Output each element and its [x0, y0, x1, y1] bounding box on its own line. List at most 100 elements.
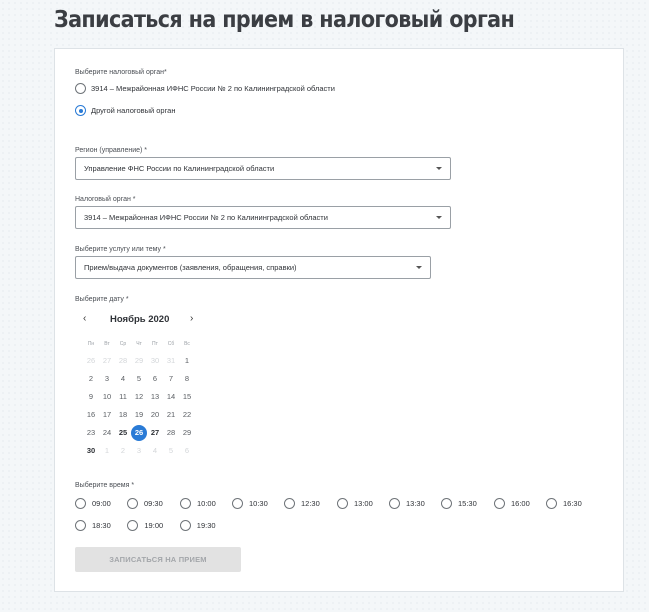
calendar-day: 6 — [184, 446, 190, 455]
calendar-weekday: Вс — [184, 341, 190, 347]
office-option-default-label: 3914 – Межрайонная ИФНС России № 2 по Ка… — [91, 84, 335, 93]
calendar-day[interactable]: 20 — [147, 407, 163, 423]
date-label: Выберите дату * — [75, 296, 129, 303]
time-slot-option[interactable]: 19:30 — [179, 520, 216, 531]
tax-office-select[interactable]: 3914 – Межрайонная ИФНС России № 2 по Ка… — [75, 206, 451, 229]
calendar-day[interactable]: 17 — [99, 407, 115, 423]
calendar-day[interactable]: 21 — [163, 407, 179, 423]
time-slot-option[interactable]: 13:00 — [337, 498, 373, 509]
calendar-day: 28 — [118, 356, 128, 365]
time-slot-option[interactable]: 12:30 — [284, 498, 320, 509]
calendar-day: 27 — [102, 356, 112, 365]
time-slot-label: 16:00 — [511, 499, 530, 508]
time-slot-label: 16:30 — [563, 499, 582, 508]
calendar-day[interactable]: 12 — [131, 389, 147, 405]
time-slot-label: 09:00 — [92, 499, 111, 508]
calendar-weekday: Вт — [104, 341, 110, 347]
calendar-weekday: Ср — [119, 341, 127, 347]
calendar-day: 3 — [136, 446, 142, 455]
time-slot-option[interactable]: 15:30 — [441, 498, 477, 509]
time-slot-option[interactable]: 10:30 — [232, 498, 268, 509]
calendar-day[interactable]: 3 — [99, 371, 115, 387]
time-slot-radio[interactable] — [127, 498, 138, 509]
time-slot-radio[interactable] — [75, 520, 86, 531]
time-slot-option[interactable]: 19:00 — [127, 520, 163, 531]
calendar-day[interactable]: 29 — [179, 425, 195, 441]
region-label: Регион (управление) * — [75, 147, 148, 154]
time-slot-radio[interactable] — [494, 498, 505, 509]
calendar-day[interactable]: 14 — [163, 389, 179, 405]
office-option-default-radio[interactable] — [75, 83, 86, 94]
calendar-day: 1 — [104, 446, 110, 455]
time-slot-radio[interactable] — [180, 498, 191, 509]
prev-month-icon[interactable]: ‹ — [83, 314, 86, 324]
calendar-day[interactable]: 19 — [131, 407, 147, 423]
office-option-other-radio[interactable] — [75, 105, 86, 116]
page-title: Записаться на прием в налоговый орган — [54, 7, 515, 33]
calendar-day[interactable]: 1 — [179, 353, 195, 369]
calendar-day[interactable]: 25 — [115, 425, 131, 441]
time-slot-option[interactable]: 10:00 — [180, 498, 216, 509]
time-slot-option[interactable]: 13:30 — [389, 498, 425, 509]
tax-office-label: Налоговый орган * — [75, 196, 136, 203]
time-slot-label: 09:30 — [144, 499, 163, 508]
calendar-day[interactable]: 11 — [115, 389, 131, 405]
calendar-day[interactable]: 2 — [83, 371, 99, 387]
office-option-other[interactable]: Другой налоговый орган — [75, 105, 176, 116]
time-slot-option[interactable]: 16:00 — [494, 498, 530, 509]
time-slot-option[interactable]: 18:30 — [75, 520, 111, 531]
calendar-day: 30 — [150, 356, 160, 365]
region-select[interactable]: Управление ФНС России по Калининградской… — [75, 157, 451, 180]
time-slot-radio[interactable] — [441, 498, 452, 509]
calendar-day[interactable]: 27 — [147, 425, 163, 441]
calendar-day[interactable]: 13 — [147, 389, 163, 405]
service-select[interactable]: Прием/выдача документов (заявления, обра… — [75, 256, 431, 279]
chevron-down-icon — [436, 167, 442, 170]
chevron-down-icon — [416, 266, 422, 269]
time-slot-label: 19:30 — [196, 521, 216, 530]
calendar-day-selected[interactable]: 26 — [131, 425, 147, 441]
time-slot-radio[interactable] — [284, 498, 295, 509]
calendar-day: 4 — [152, 446, 158, 455]
calendar-day[interactable]: 10 — [99, 389, 115, 405]
service-select-value: Прием/выдача документов (заявления, обра… — [84, 263, 297, 272]
time-slot-label: 12:30 — [301, 499, 320, 508]
calendar-weekday: Чт — [136, 341, 142, 347]
time-slot-option[interactable]: 09:00 — [75, 498, 111, 509]
calendar-day[interactable]: 15 — [179, 389, 195, 405]
calendar-day[interactable]: 16 — [83, 407, 99, 423]
tax-office-select-value: 3914 – Межрайонная ИФНС России № 2 по Ка… — [84, 213, 328, 222]
time-slot-radio[interactable] — [337, 498, 348, 509]
time-slot-radio[interactable] — [389, 498, 400, 509]
time-slot-radio[interactable] — [75, 498, 86, 509]
calendar-day[interactable]: 5 — [131, 371, 147, 387]
calendar-day[interactable]: 23 — [83, 425, 99, 441]
calendar-day[interactable]: 28 — [163, 425, 179, 441]
time-slot-option[interactable]: 09:30 — [127, 498, 163, 509]
calendar-day[interactable]: 18 — [115, 407, 131, 423]
calendar-day[interactable]: 4 — [115, 371, 131, 387]
calendar-day[interactable]: 22 — [179, 407, 195, 423]
calendar-day[interactable]: 9 — [83, 389, 99, 405]
time-slot-radio[interactable] — [127, 520, 139, 531]
next-month-icon[interactable]: › — [190, 314, 193, 324]
office-choice-label: Выберите налоговый орган* — [75, 69, 167, 76]
time-slot-radio[interactable] — [179, 520, 191, 531]
calendar-day[interactable]: 7 — [163, 371, 179, 387]
calendar-day[interactable]: 8 — [179, 371, 195, 387]
submit-appointment-button[interactable]: ЗАПИСАТЬСЯ НА ПРИЕМ — [75, 547, 241, 572]
calendar-day[interactable]: 24 — [99, 425, 115, 441]
time-slot-label: 10:00 — [197, 499, 216, 508]
time-slot-label: 19:00 — [144, 521, 164, 530]
service-label: Выберите услугу или тему * — [75, 246, 166, 253]
calendar-day[interactable]: 30 — [83, 443, 99, 459]
time-slot-label: 10:30 — [249, 499, 268, 508]
office-option-default[interactable]: 3914 – Межрайонная ИФНС России № 2 по Ка… — [75, 83, 335, 94]
time-slot-option[interactable]: 16:30 — [546, 498, 582, 509]
time-slot-label: 18:30 — [92, 521, 111, 530]
time-slot-radio[interactable] — [546, 498, 557, 509]
office-option-other-label: Другой налоговый орган — [91, 106, 176, 115]
time-slot-label: 13:30 — [406, 499, 425, 508]
time-slot-radio[interactable] — [232, 498, 243, 509]
calendar-day[interactable]: 6 — [147, 371, 163, 387]
